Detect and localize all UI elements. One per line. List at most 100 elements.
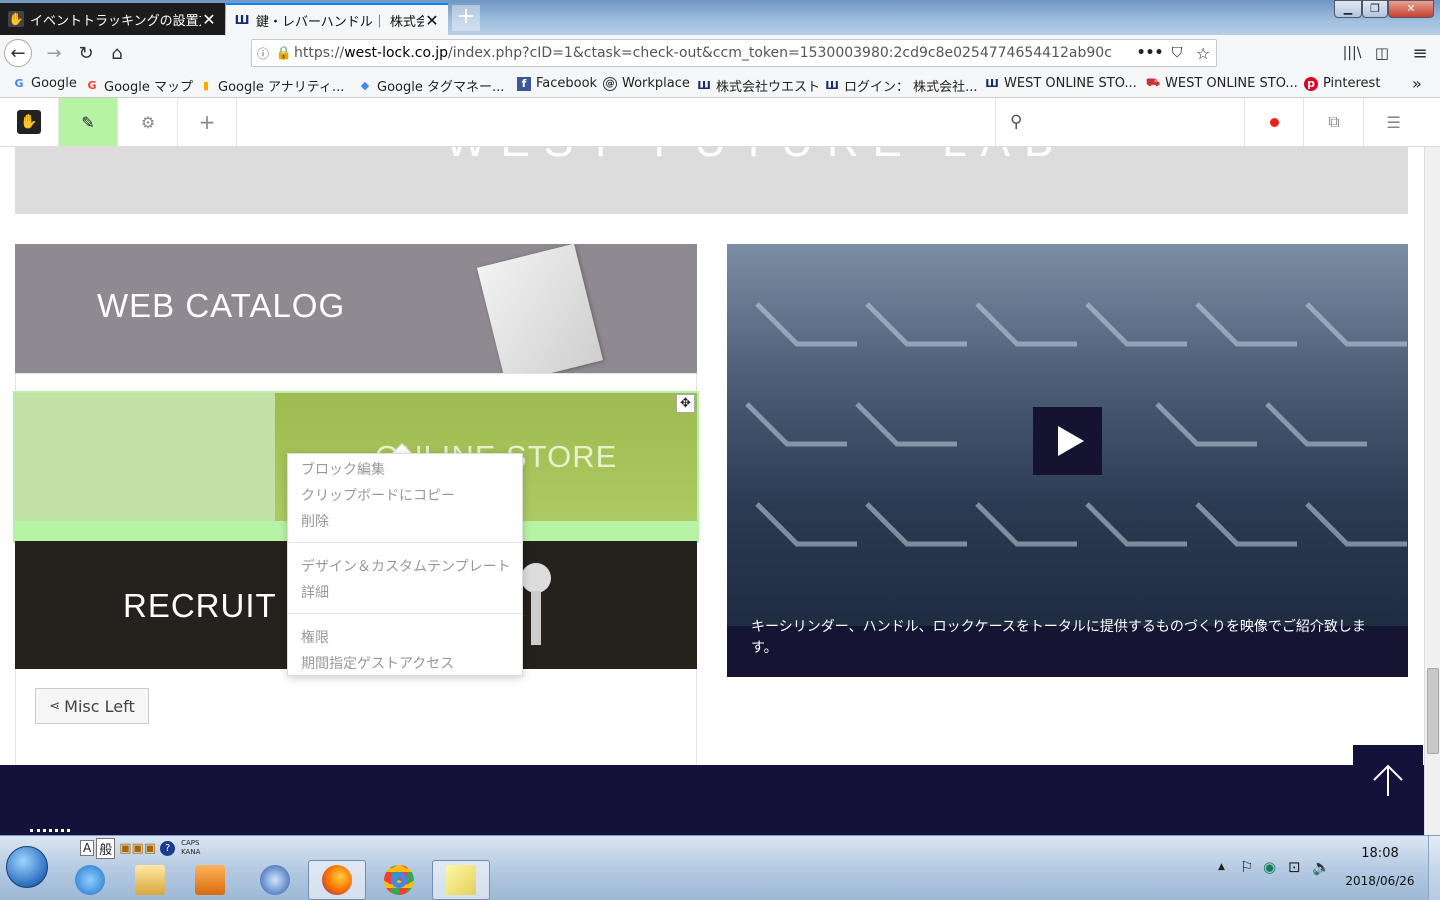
bookmark-west-online-1[interactable]: Ш WEST ONLINE STO...: [985, 76, 1137, 91]
forward-button[interactable]: →: [40, 39, 68, 67]
ime-mode: 般: [96, 837, 116, 859]
start-button[interactable]: [6, 846, 48, 888]
ime-toolbar[interactable]: A 般 ▣▣▣ ? CAPS KANA: [80, 837, 200, 859]
taskbar-explorer[interactable]: [121, 860, 179, 900]
multilingual-button[interactable]: [1245, 98, 1304, 146]
video-player[interactable]: キーシリンダー、ハンドル、ロックケースをトータルに提供するものづくりを映像でご紹…: [727, 244, 1408, 677]
menu-button[interactable]: ≡: [1406, 39, 1434, 67]
ime-input-icon: A: [80, 840, 95, 856]
page-scrollbar[interactable]: [1424, 147, 1440, 835]
play-icon: [1057, 426, 1084, 456]
action-center-icon[interactable]: ⚐: [1240, 858, 1253, 876]
menu-item-copy-clipboard[interactable]: クリップボードにコピー: [301, 485, 455, 505]
concrete5-logo-button[interactable]: ✋: [0, 98, 59, 146]
taskbar-firefox[interactable]: [308, 860, 366, 900]
show-desktop-button[interactable]: [1428, 836, 1440, 900]
dashboard-button[interactable]: ☰: [1364, 98, 1423, 146]
scrollbar-thumb[interactable]: [1427, 668, 1439, 754]
sitemap-button[interactable]: ⧉: [1305, 98, 1364, 146]
home-button[interactable]: ⌂: [103, 39, 131, 67]
bookmark-label: WEST ONLINE STO...: [1165, 76, 1298, 91]
clock-time[interactable]: 18:08: [1355, 846, 1405, 861]
minimize-button[interactable]: ▁: [1334, 0, 1362, 18]
back-to-top-button[interactable]: [1353, 745, 1423, 815]
url-domain: west-lock.co.jp: [344, 45, 449, 61]
bookmark-facebook[interactable]: f Facebook: [517, 76, 597, 91]
cms-toolbar: ✋ ✎ ⚙ + ⚲ ⧉ ☰: [0, 98, 1440, 147]
library-icon: |||\: [1342, 45, 1362, 61]
key-image: [521, 563, 551, 593]
bookmark-google[interactable]: G Google: [12, 76, 76, 91]
lock-icon: 🔒: [275, 45, 293, 61]
taskbar-chrome[interactable]: [370, 860, 428, 900]
reload-button[interactable]: ↻: [72, 39, 100, 67]
arrow-up-icon: [1373, 764, 1403, 796]
bookmarks-overflow-button[interactable]: »: [1412, 74, 1422, 93]
info-icon[interactable]: ⓘ: [252, 45, 274, 62]
pocket-icon[interactable]: ⛉: [1164, 45, 1190, 61]
store-icon: ⛟: [1146, 76, 1160, 89]
url-bar[interactable]: ⓘ 🔒 https://west-lock.co.jp/index.php?cI…: [251, 39, 1217, 67]
tab-west-lock[interactable]: Ш 鍵・レバーハンドル｜ 株式会社 ✕: [226, 3, 448, 35]
home-icon: ⌂: [111, 42, 123, 64]
bookmark-workplace[interactable]: @ Workplace: [603, 76, 690, 91]
menu-item-edit-block[interactable]: ブロック編集: [301, 459, 385, 479]
menu-item-design-template[interactable]: デザイン＆カスタムテンプレート: [301, 556, 511, 576]
sidebar-button[interactable]: ◫: [1368, 39, 1396, 67]
network-icon[interactable]: ⊡: [1288, 858, 1301, 876]
pencil-icon: ✎: [81, 112, 95, 132]
volume-icon[interactable]: 🔈: [1312, 858, 1331, 876]
banner-text: WEST FUTURE LAB: [445, 147, 1067, 167]
tab-event-tracking[interactable]: ✋ イベントトラッキングの設置方 ✕: [0, 3, 225, 35]
show-hidden-icons-button[interactable]: ▲: [1218, 862, 1225, 872]
bookmark-west-online-2[interactable]: ⛟ WEST ONLINE STO...: [1146, 76, 1298, 91]
top-banner: WEST FUTURE LAB: [15, 147, 1408, 214]
browser-tab-bar: ✋ イベントトラッキングの設置方 ✕ Ш 鍵・レバーハンドル｜ 株式会社 ✕ +…: [0, 0, 1440, 35]
back-button[interactable]: ←: [4, 39, 32, 67]
catalog-title: WEB CATALOG: [97, 287, 346, 324]
window-close-button[interactable]: ✕: [1388, 0, 1434, 18]
library-button[interactable]: |||\: [1338, 39, 1366, 67]
bookmark-west[interactable]: Ш 株式会社ウエスト: [697, 76, 820, 95]
edit-mode-button[interactable]: ✎: [59, 98, 118, 146]
cms-search-input[interactable]: ⚲: [995, 98, 1245, 146]
taskbar-thunderbird[interactable]: [246, 860, 304, 900]
misc-left-label: Misc Left: [64, 696, 135, 716]
misc-left-area-button[interactable]: ⋖ Misc Left: [35, 688, 149, 724]
play-button[interactable]: [1033, 407, 1102, 475]
menu-item-advanced[interactable]: 詳細: [301, 582, 329, 602]
taskbar-media-player[interactable]: [181, 860, 239, 900]
bookmark-login[interactable]: Ш ログイン： 株式会社...: [825, 76, 977, 95]
bookmark-google-maps[interactable]: G Google マップ: [85, 76, 193, 95]
move-icon: ✥: [680, 396, 691, 411]
arrow-left-icon: ←: [10, 42, 26, 64]
close-icon[interactable]: ✕: [424, 11, 440, 30]
taskbar-sticky-notes[interactable]: [432, 860, 490, 900]
sliders-icon: ☰: [1386, 112, 1401, 132]
bookmark-pinterest[interactable]: p Pinterest: [1304, 76, 1380, 91]
japan-flag-icon: [1269, 117, 1279, 127]
bookmark-label: Workplace: [622, 76, 690, 91]
ime-tools-icon: ▣▣▣: [119, 840, 157, 856]
taskbar-internet-explorer[interactable]: [61, 860, 119, 900]
add-block-button[interactable]: +: [178, 98, 237, 146]
menu-item-guest-access[interactable]: 期間指定ゲストアクセス: [301, 653, 454, 673]
new-tab-button[interactable]: +: [452, 5, 480, 31]
bookmark-label: Pinterest: [1323, 76, 1381, 91]
web-catalog-banner[interactable]: WEB CATALOG: [15, 244, 697, 373]
page-settings-button[interactable]: ⚙: [119, 98, 178, 146]
menu-item-permissions[interactable]: 権限: [301, 627, 329, 647]
close-icon[interactable]: ✕: [201, 10, 217, 29]
menu-item-delete[interactable]: 削除: [301, 511, 329, 531]
key-blade-image: [531, 591, 541, 645]
maximize-button[interactable]: ❐: [1362, 0, 1388, 18]
eye-icon[interactable]: ◉: [1263, 858, 1276, 876]
bookmark-label: WEST ONLINE STO...: [1004, 76, 1137, 91]
bookmark-tag-manager[interactable]: ◆ Google タグマネー...: [358, 76, 505, 95]
more-icon[interactable]: •••: [1136, 45, 1164, 61]
star-icon[interactable]: ☆: [1190, 44, 1216, 63]
thunderbird-icon: [260, 865, 290, 895]
move-block-handle[interactable]: ✥: [676, 394, 695, 413]
clock-date[interactable]: 2018/06/26: [1340, 874, 1420, 888]
bookmark-google-analytics[interactable]: ▮ Google アナリティ...: [199, 76, 344, 95]
